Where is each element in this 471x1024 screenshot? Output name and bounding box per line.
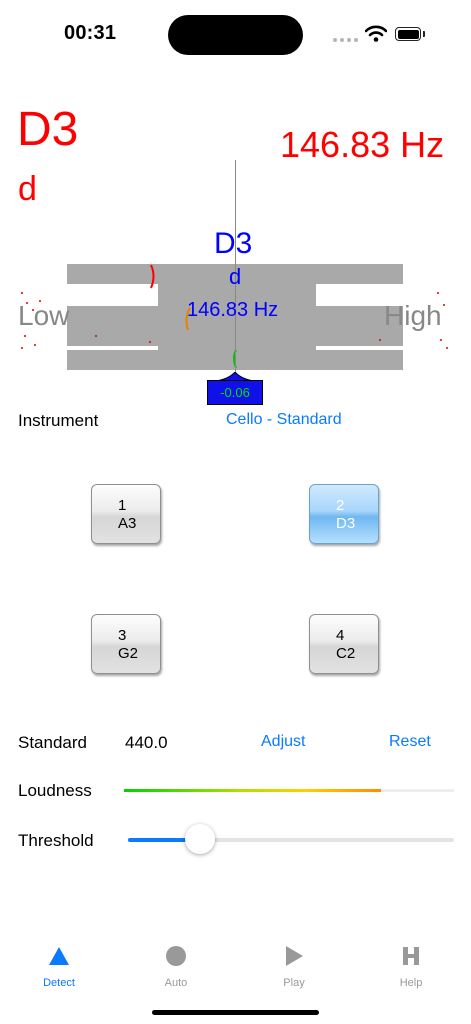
tab-label: Play: [283, 977, 305, 989]
battery-icon: [395, 27, 421, 41]
tuner-frequency: 146.83 Hz: [187, 299, 279, 321]
tab-detect[interactable]: Detect: [0, 944, 118, 989]
tab-help[interactable]: Help: [352, 944, 470, 989]
high-label: High: [384, 300, 442, 331]
loudness-fill: [124, 789, 382, 792]
string-button-4[interactable]: 4 C2: [309, 614, 379, 674]
cents-offset: -0.06: [207, 380, 263, 405]
tab-label: Auto: [164, 977, 188, 989]
threshold-label: Threshold: [18, 831, 94, 850]
string-button-3[interactable]: 3 G2: [91, 614, 161, 674]
status-time: 00:31: [64, 22, 117, 44]
reset-button[interactable]: Reset: [389, 734, 431, 750]
string-note: A3: [118, 515, 137, 532]
tuner-solfege: d: [229, 264, 242, 289]
battery-tip: [423, 31, 425, 37]
string-number: 3: [118, 627, 127, 644]
string-button-2[interactable]: 2 D3: [309, 484, 379, 544]
play-icon: [286, 946, 303, 966]
instrument-label: Instrument: [18, 411, 99, 430]
loudness-label: Loudness: [18, 781, 92, 800]
string-number: 2: [336, 497, 345, 514]
standard-label: Standard: [18, 733, 87, 752]
detected-note: D3: [17, 103, 79, 156]
dynamic-island: [168, 15, 303, 55]
circle-icon: [166, 946, 186, 966]
wifi-icon: [365, 25, 387, 42]
adjust-button[interactable]: Adjust: [261, 734, 305, 750]
string-note: G2: [118, 645, 139, 662]
low-label: Low: [18, 300, 70, 331]
string-number: 1: [118, 497, 127, 514]
threshold-slider-thumb[interactable]: [184, 824, 215, 854]
tab-auto[interactable]: Auto: [117, 944, 235, 989]
home-indicator: [152, 1010, 319, 1015]
tab-label: Detect: [43, 977, 75, 989]
loudness-meter: [124, 789, 454, 792]
string-note: D3: [336, 515, 356, 532]
threshold-slider[interactable]: [128, 838, 454, 842]
string-note: C2: [336, 645, 356, 662]
signal-dots-icon: [333, 38, 358, 42]
tuner-note: D3: [214, 227, 253, 260]
triangle-icon: [49, 947, 69, 965]
string-button-1[interactable]: 1 A3: [91, 484, 161, 544]
string-number: 4: [336, 627, 345, 644]
standard-value: 440.0: [125, 733, 168, 752]
detected-frequency: 146.83 Hz: [280, 124, 445, 165]
tab-label: Help: [399, 977, 423, 989]
help-h-icon: [403, 947, 419, 965]
tab-play[interactable]: Play: [235, 944, 353, 989]
instrument-selector[interactable]: Cello - Standard: [226, 412, 342, 428]
